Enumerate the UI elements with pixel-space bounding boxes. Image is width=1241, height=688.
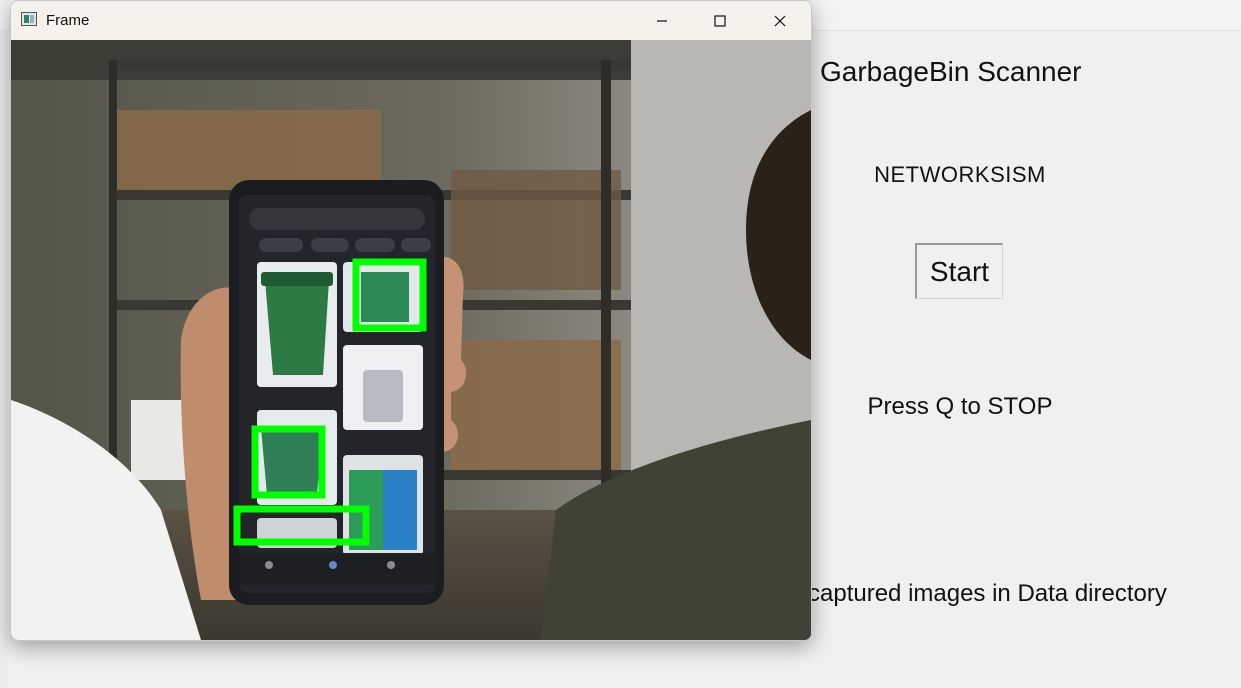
maximize-button[interactable] xyxy=(691,1,749,40)
camera-feed xyxy=(11,40,811,640)
close-icon xyxy=(774,15,786,26)
app-window-edge xyxy=(0,30,8,688)
camera-scene xyxy=(11,40,811,640)
maximize-icon xyxy=(714,14,726,27)
app-subtitle: NETWORKSISM xyxy=(874,162,1046,187)
minimize-button[interactable] xyxy=(633,1,691,40)
opencv-window-icon xyxy=(21,12,37,26)
close-button[interactable] xyxy=(751,1,809,40)
info-text: captured images in Data directory xyxy=(808,580,1167,607)
frame-titlebar[interactable]: Frame xyxy=(11,1,811,40)
frame-window: Frame xyxy=(10,0,812,641)
minimize-icon xyxy=(657,19,667,22)
app-title: GarbageBin Scanner xyxy=(820,56,1082,87)
frame-title: Frame xyxy=(46,12,90,29)
stop-instruction: Press Q to STOP xyxy=(867,393,1053,420)
start-button[interactable]: Start xyxy=(915,243,1003,299)
